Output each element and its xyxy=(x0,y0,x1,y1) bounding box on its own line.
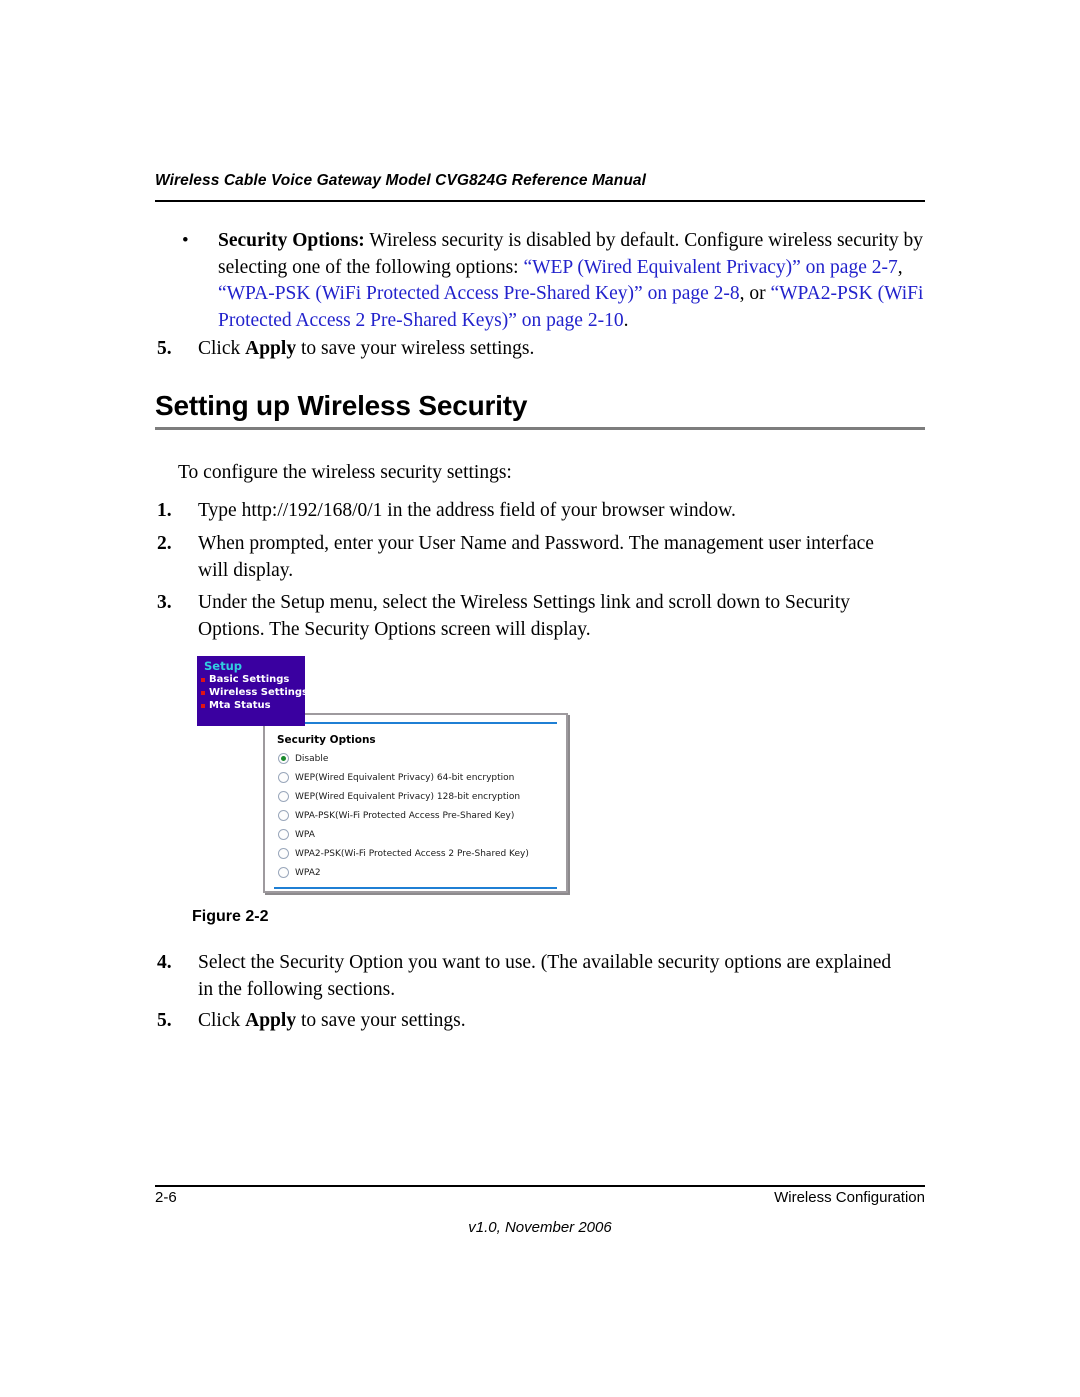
footer-version: v1.0, November 2006 xyxy=(468,1219,612,1236)
header-divider xyxy=(155,200,925,202)
step-bold-apply: Apply xyxy=(245,338,297,359)
section-heading: Setting up Wireless Security xyxy=(155,390,528,421)
step-text-pre: Click xyxy=(198,1010,246,1031)
section-lead-in: To configure the wireless security setti… xyxy=(178,462,512,483)
step-text-pre: Click xyxy=(198,338,246,359)
figure-caption: Figure 2-2 xyxy=(192,908,269,925)
step-item-top-5: 5. Click Apply to save your wireless set… xyxy=(155,336,903,363)
step-item-3: 3. Under the Setup menu, select the Wire… xyxy=(155,590,903,643)
figure-screenshot: Setup Basic Settings Wireless Settings M… xyxy=(197,652,577,900)
step-text-post: to save your settings. xyxy=(296,1010,466,1031)
step-item-2: 2. When prompted, enter your User Name a… xyxy=(155,531,903,584)
footer-chapter-title: Wireless Configuration xyxy=(774,1189,925,1206)
radio-option-wpa[interactable]: WPA xyxy=(278,828,557,841)
step-item-5: 5. Click Apply to save your settings. xyxy=(155,1008,903,1035)
radio-option-label: WPA xyxy=(295,829,315,840)
bullet-separator-1: , xyxy=(897,256,903,278)
security-options-radio-group: Disable WEP(Wired Equivalent Privacy) 64… xyxy=(274,752,557,879)
step-text: Under the Setup menu, select the Wireles… xyxy=(198,592,850,640)
radio-option-label: Disable xyxy=(295,753,329,764)
bullet-square-icon xyxy=(201,703,205,708)
security-options-bullet: • Security Options: Wireless security is… xyxy=(178,228,926,334)
step-text: Type http://192/168/0/1 in the address f… xyxy=(198,500,736,521)
bullet-separator-3: . xyxy=(623,309,629,331)
radio-option-disable[interactable]: Disable xyxy=(278,752,557,765)
bullet-square-icon xyxy=(201,690,205,695)
sidebar-item-basic-settings[interactable]: Basic Settings xyxy=(201,673,305,686)
radio-option-label: WPA2-PSK(Wi-Fi Protected Access 2 Pre-Sh… xyxy=(295,848,529,859)
step-text: Click Apply to save your settings. xyxy=(198,1008,903,1035)
radio-option-label: WEP(Wired Equivalent Privacy) 64-bit enc… xyxy=(295,772,515,783)
radio-button-icon[interactable] xyxy=(278,791,289,802)
panel-top-rule xyxy=(274,722,557,724)
footer-divider xyxy=(155,1185,925,1187)
radio-button-icon[interactable] xyxy=(278,867,289,878)
radio-option-wep-64[interactable]: WEP(Wired Equivalent Privacy) 64-bit enc… xyxy=(278,771,557,784)
cross-reference-link-wep[interactable]: “WEP (Wired Equivalent Privacy)” on page… xyxy=(523,257,897,278)
radio-option-wpa-psk[interactable]: WPA-PSK(Wi-Fi Protected Access Pre-Share… xyxy=(278,809,557,822)
document-page: Wireless Cable Voice Gateway Model CVG82… xyxy=(0,0,1080,1397)
step-number: 5. xyxy=(157,1010,172,1031)
step-text: When prompted, enter your User Name and … xyxy=(198,533,874,581)
radio-button-icon[interactable] xyxy=(278,829,289,840)
panel-bottom-rule xyxy=(274,887,557,889)
bullet-paragraph: Security Options: Wireless security is d… xyxy=(218,228,926,334)
radio-option-wep-128[interactable]: WEP(Wired Equivalent Privacy) 128-bit en… xyxy=(278,790,557,803)
step-bold-apply: Apply xyxy=(245,1010,297,1031)
setup-nav-title: Setup xyxy=(204,659,242,673)
step-text: Click Apply to save your wireless settin… xyxy=(198,336,903,363)
step-number: 5. xyxy=(157,338,172,359)
step-number: 1. xyxy=(157,500,172,521)
radio-button-icon[interactable] xyxy=(278,753,289,764)
security-options-panel-inner: Security Options Disable WEP(Wired Equiv… xyxy=(265,722,566,898)
radio-button-icon[interactable] xyxy=(278,848,289,859)
radio-option-wpa2[interactable]: WPA2 xyxy=(278,866,557,879)
bullet-separator-2: , or xyxy=(739,283,771,304)
step-text: Select the Security Option you want to u… xyxy=(198,952,892,1000)
step-number: 4. xyxy=(157,952,172,973)
radio-button-icon[interactable] xyxy=(278,810,289,821)
step-number: 3. xyxy=(157,592,172,613)
bullet-marker: • xyxy=(182,230,189,251)
bullet-row: • Security Options: Wireless security is… xyxy=(178,228,926,334)
step-text-post: to save your wireless settings. xyxy=(296,338,535,359)
radio-option-label: WEP(Wired Equivalent Privacy) 128-bit en… xyxy=(295,791,521,802)
footer-page-number: 2-6 xyxy=(155,1189,177,1206)
section-heading-divider xyxy=(155,427,925,430)
radio-option-wpa2-psk[interactable]: WPA2-PSK(Wi-Fi Protected Access 2 Pre-Sh… xyxy=(278,847,557,860)
bullet-lead-label: Security Options: xyxy=(218,230,365,251)
security-options-title: Security Options xyxy=(277,734,376,746)
running-header-title: Wireless Cable Voice Gateway Model CVG82… xyxy=(155,172,647,189)
sidebar-item-label: Wireless Settings xyxy=(209,687,308,698)
sidebar-item-label: Basic Settings xyxy=(209,674,290,685)
sidebar-item-wireless-settings[interactable]: Wireless Settings xyxy=(201,686,308,699)
running-header: Wireless Cable Voice Gateway Model CVG82… xyxy=(155,172,925,190)
sidebar-item-label: Mta Status xyxy=(209,700,271,711)
step-item-4: 4. Select the Security Option you want t… xyxy=(155,950,903,1003)
radio-option-label: WPA2 xyxy=(295,867,321,878)
security-options-panel: Security Options Disable WEP(Wired Equiv… xyxy=(263,713,568,893)
setup-nav-panel: Setup Basic Settings Wireless Settings M… xyxy=(197,656,308,726)
radio-option-label: WPA-PSK(Wi-Fi Protected Access Pre-Share… xyxy=(295,810,515,821)
step-number: 2. xyxy=(157,533,172,554)
sidebar-item-mta-status[interactable]: Mta Status xyxy=(201,699,305,712)
bullet-square-icon xyxy=(201,677,205,682)
cross-reference-link-wpa-psk[interactable]: “WPA-PSK (WiFi Protected Access Pre-Shar… xyxy=(218,283,740,304)
radio-button-icon[interactable] xyxy=(278,772,289,783)
step-item-1: 1. Type http://192/168/0/1 in the addres… xyxy=(155,498,903,525)
